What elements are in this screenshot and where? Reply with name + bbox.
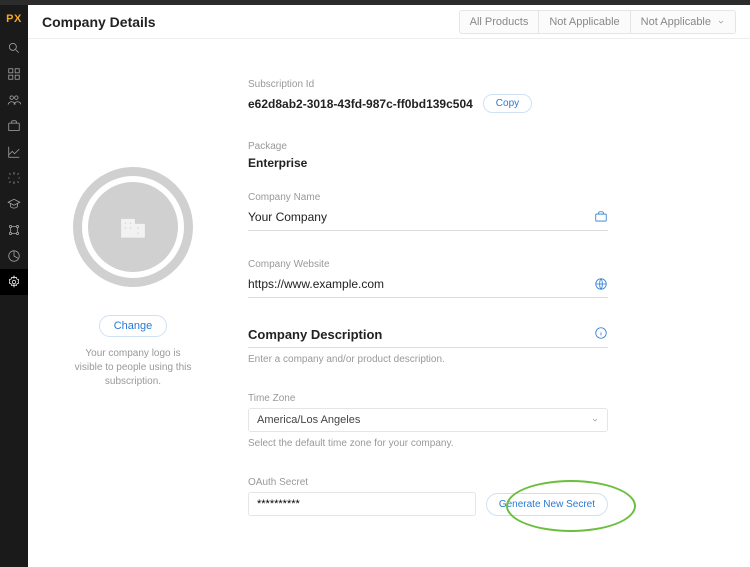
logo-panel: Change Your company logo is visible to p…: [58, 79, 208, 547]
package-label: Package: [248, 141, 608, 152]
brand-logo: PX: [6, 5, 22, 35]
header-segments: All Products Not Applicable Not Applicab…: [459, 10, 736, 34]
nav-analytics[interactable]: [0, 139, 28, 165]
graduation-icon: [7, 197, 21, 211]
field-company-name: Company Name: [248, 192, 608, 231]
pie-icon: [7, 249, 21, 263]
nav-hierarchy[interactable]: [0, 217, 28, 243]
building-icon: [116, 212, 150, 242]
app-shell: PX Company Details All Products Not Appl…: [0, 5, 750, 567]
segment-not-applicable-1[interactable]: Not Applicable: [539, 10, 630, 34]
subscription-id-label: Subscription Id: [248, 79, 608, 90]
field-company-website: Company Website: [248, 259, 608, 298]
logo-note: Your company logo is visible to people u…: [73, 347, 193, 389]
page-title: Company Details: [42, 14, 156, 30]
field-oauth-secret: OAuth Secret Generate New Secret: [248, 477, 608, 516]
nav-reports[interactable]: [0, 243, 28, 269]
field-subscription-id: Subscription Id e62d8ab2-3018-43fd-987c-…: [248, 79, 608, 113]
segment-label: Not Applicable: [641, 16, 711, 28]
company-name-input[interactable]: [248, 207, 594, 227]
time-zone-label: Time Zone: [248, 393, 608, 404]
briefcase-icon: [7, 119, 21, 133]
nav-education[interactable]: [0, 191, 28, 217]
nav-settings[interactable]: [0, 269, 28, 295]
nav-search[interactable]: [0, 35, 28, 61]
briefcase-field-icon: [594, 210, 608, 224]
main-area: Company Details All Products Not Applica…: [28, 5, 750, 567]
content: Change Your company logo is visible to p…: [28, 39, 750, 567]
company-description-placeholder[interactable]: Company Description: [248, 327, 594, 342]
chart-icon: [7, 145, 21, 159]
gear-icon: [7, 275, 21, 289]
package-value: Enterprise: [248, 156, 307, 170]
company-name-label: Company Name: [248, 192, 608, 203]
field-time-zone: Time Zone America/Los Angeles Select the…: [248, 393, 608, 449]
globe-icon: [594, 277, 608, 291]
logo-placeholder: [73, 167, 193, 287]
sidebar: PX: [0, 5, 28, 567]
oauth-secret-input[interactable]: [248, 492, 476, 516]
field-company-description: Company Description Enter a company and/…: [248, 326, 608, 365]
company-website-input[interactable]: [248, 274, 594, 294]
nav-users[interactable]: [0, 87, 28, 113]
oauth-label: OAuth Secret: [248, 477, 608, 488]
company-description-hint: Enter a company and/or product descripti…: [248, 354, 608, 365]
nav-dashboard[interactable]: [0, 61, 28, 87]
company-website-label: Company Website: [248, 259, 608, 270]
time-zone-value: America/Los Angeles: [257, 414, 360, 426]
chevron-down-icon: [717, 18, 725, 26]
hierarchy-icon: [7, 223, 21, 237]
segment-not-applicable-2[interactable]: Not Applicable: [631, 10, 736, 34]
subscription-id-value: e62d8ab2-3018-43fd-987c-ff0bd139c504: [248, 97, 473, 111]
nav-spark[interactable]: [0, 165, 28, 191]
field-package: Package Enterprise: [248, 141, 608, 170]
change-logo-button[interactable]: Change: [99, 315, 168, 337]
generate-secret-button[interactable]: Generate New Secret: [486, 493, 608, 516]
grid-icon: [7, 67, 21, 81]
form-column: Subscription Id e62d8ab2-3018-43fd-987c-…: [248, 79, 608, 547]
segment-all-products[interactable]: All Products: [459, 10, 540, 34]
info-icon[interactable]: [594, 326, 608, 343]
time-zone-hint: Select the default time zone for your co…: [248, 438, 608, 449]
nav-briefcase[interactable]: [0, 113, 28, 139]
page-header: Company Details All Products Not Applica…: [28, 5, 750, 39]
copy-subscription-button[interactable]: Copy: [483, 94, 532, 113]
search-icon: [7, 41, 21, 55]
users-icon: [7, 93, 21, 107]
spark-icon: [7, 171, 21, 185]
time-zone-select[interactable]: America/Los Angeles: [248, 408, 608, 432]
chevron-down-icon: [591, 416, 599, 424]
